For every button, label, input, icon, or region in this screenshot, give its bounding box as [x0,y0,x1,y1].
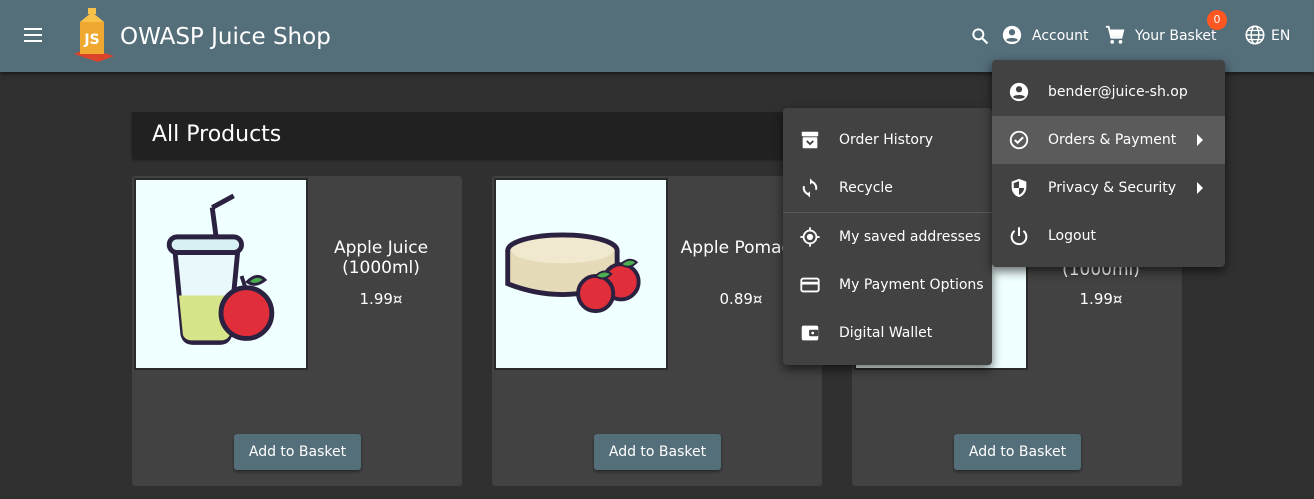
menu-item-label: Logout [1048,228,1096,244]
orders-payment-submenu: Order History Recycle My saved addresses… [783,108,992,365]
menu-item-label: Order History [839,132,934,148]
product-image[interactable] [494,178,668,370]
language-selector[interactable]: EN [1271,28,1290,44]
globe-icon[interactable] [1244,24,1266,46]
menu-item-user-email[interactable]: bender@juice-sh.op [992,68,1225,116]
menu-item-saved-addresses[interactable]: My saved addresses [783,213,992,261]
product-price: 1.99¤ [1079,290,1123,308]
menu-item-label: My Payment Options [839,277,984,293]
menu-item-privacy-security[interactable]: Privacy & Security [992,164,1225,212]
submenu-arrow-icon [1197,182,1203,194]
menu-item-orders-payment[interactable]: Orders & Payment [992,116,1225,164]
shield-icon [1011,178,1027,198]
wallet-icon [801,325,819,341]
menu-item-label: Orders & Payment [1048,132,1177,148]
account-circle-icon [1009,82,1029,102]
hamburger-menu-icon[interactable] [24,24,58,52]
location-icon [800,227,820,247]
menu-item-digital-wallet[interactable]: Digital Wallet [783,309,992,357]
menu-item-label: Digital Wallet [839,325,933,341]
user-email: bender@juice-sh.op [1048,84,1188,100]
archive-icon [801,131,819,149]
menu-item-label: My saved addresses [839,229,981,245]
product-card[interactable]: Apple Juice (1000ml) 1.99¤ Add to Basket [132,176,462,486]
credit-card-icon [800,277,820,293]
add-to-basket-button[interactable]: Add to Basket [954,434,1081,470]
product-image[interactable] [134,178,308,370]
menu-item-label: Recycle [839,180,893,196]
menu-item-order-history[interactable]: Order History [783,116,992,164]
juice-shop-logo[interactable]: JS [70,8,116,62]
account-icon[interactable] [1001,24,1023,46]
add-to-basket-button[interactable]: Add to Basket [234,434,361,470]
power-icon [1010,227,1028,246]
shopping-cart-icon[interactable] [1104,24,1126,46]
apple-juice-image [166,193,275,345]
page-title: All Products [152,122,282,147]
submenu-arrow-icon [1197,134,1203,146]
check-circle-icon [1009,130,1029,150]
svg-text:JS: JS [83,32,99,48]
menu-item-recycle[interactable]: Recycle [783,164,992,212]
menu-item-label: Privacy & Security [1048,180,1176,196]
app-title[interactable]: OWASP Juice Shop [120,24,331,50]
apple-pomace-image [505,232,641,314]
add-to-basket-button[interactable]: Add to Basket [594,434,721,470]
menu-item-logout[interactable]: Logout [992,212,1225,260]
product-price: 1.99¤ [359,290,403,308]
basket-button[interactable]: Your Basket [1135,28,1217,44]
basket-count-badge: 0 [1207,10,1227,30]
account-button[interactable]: Account [1032,28,1089,44]
account-menu: bender@juice-sh.op Orders & Payment Priv… [992,60,1225,267]
product-card[interactable]: Apple Pomace 0.89¤ Add to Basket [492,176,822,486]
search-icon[interactable] [970,26,990,46]
product-name: Apple Juice (1000ml) [333,238,429,278]
menu-item-payment-options[interactable]: My Payment Options [783,261,992,309]
recycle-icon [802,178,818,198]
